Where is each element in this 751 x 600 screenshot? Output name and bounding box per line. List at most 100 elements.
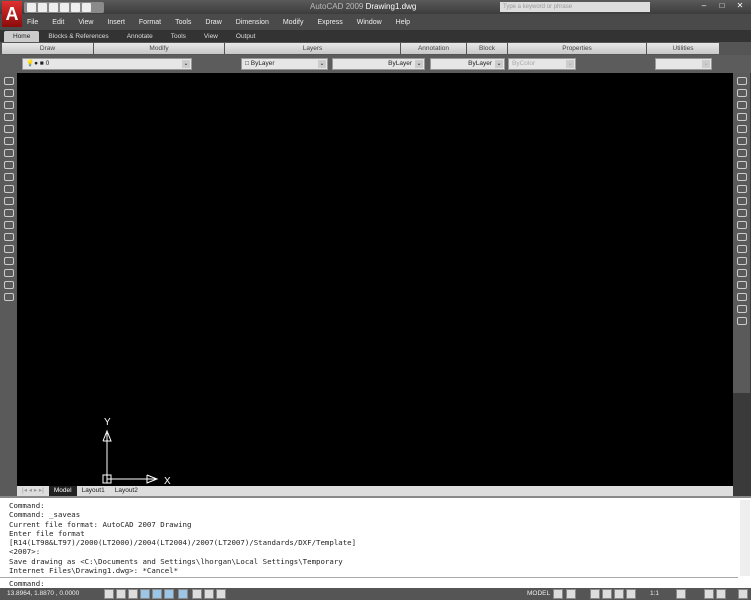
dynamic-ucs-icon[interactable] (178, 589, 188, 599)
arc-icon[interactable] (3, 137, 14, 145)
menu-insert[interactable]: Insert (107, 19, 125, 26)
linear-dim-icon[interactable] (736, 77, 747, 85)
gradient-icon[interactable] (3, 257, 14, 265)
panel-layers[interactable]: Layers (225, 43, 400, 54)
ellipse-icon[interactable] (3, 185, 14, 193)
tab-blocks-references[interactable]: Blocks & References (39, 31, 117, 42)
region-icon[interactable] (3, 269, 14, 277)
menu-edit[interactable]: Edit (52, 19, 64, 26)
revcloud-icon[interactable] (3, 161, 14, 169)
tab-layout2[interactable]: Layout2 (110, 486, 143, 496)
command-input[interactable]: Command: (9, 579, 45, 588)
lineweight-dropdown[interactable]: ByLayer ⌄ (430, 58, 505, 70)
quick-dim-icon[interactable] (736, 173, 747, 181)
snap-icon[interactable] (104, 589, 114, 599)
hatch-icon[interactable] (3, 245, 14, 253)
dynamic-input-icon[interactable] (192, 589, 202, 599)
model-space-button[interactable]: MODEL (527, 590, 550, 597)
dim-style-icon[interactable] (736, 317, 747, 325)
plotstyle-dropdown[interactable]: ByColor ⌄ (508, 58, 576, 70)
new-icon[interactable] (27, 3, 36, 12)
tab-view[interactable]: View (195, 31, 227, 42)
menu-help[interactable]: Help (396, 19, 410, 26)
quick-properties-icon[interactable] (216, 589, 226, 599)
menu-dimension[interactable]: Dimension (236, 19, 269, 26)
menu-view[interactable]: View (78, 19, 93, 26)
search-input[interactable]: Type a keyword or phrase (500, 2, 650, 12)
ordinate-icon[interactable] (736, 113, 747, 121)
zoom-icon[interactable] (602, 589, 612, 599)
tab-model[interactable]: Model (48, 486, 77, 496)
multiline-text-icon[interactable] (3, 293, 14, 301)
continue-icon[interactable] (736, 197, 747, 205)
annotation-scale[interactable]: 1:1 (650, 590, 659, 597)
rectangle-icon[interactable] (3, 125, 14, 133)
tolerance-icon[interactable] (736, 233, 747, 241)
panel-annotation[interactable]: Annotation (401, 43, 466, 54)
dim-text-edit-icon[interactable] (736, 293, 747, 301)
redo-icon[interactable] (82, 3, 91, 12)
otrack-icon[interactable] (164, 589, 174, 599)
save-icon[interactable] (49, 3, 58, 12)
ortho-icon[interactable] (128, 589, 138, 599)
menu-file[interactable]: File (27, 19, 38, 26)
arc-length-icon[interactable] (736, 101, 747, 109)
tab-annotate[interactable]: Annotate (118, 31, 162, 42)
menu-window[interactable]: Window (357, 19, 382, 26)
panel-block[interactable]: Block (467, 43, 507, 54)
pan-icon[interactable] (590, 589, 600, 599)
undo-icon[interactable] (71, 3, 80, 12)
steering-wheel-icon[interactable] (614, 589, 624, 599)
tab-layout1[interactable]: Layout1 (77, 486, 110, 496)
panel-draw[interactable]: Draw (2, 43, 93, 54)
spline-icon[interactable] (3, 173, 14, 181)
line-icon[interactable] (3, 77, 14, 85)
insert-block-icon[interactable] (3, 209, 14, 217)
angular-icon[interactable] (736, 161, 747, 169)
point-icon[interactable] (3, 233, 14, 241)
tab-output[interactable]: Output (227, 31, 265, 42)
panel-properties[interactable]: Properties (508, 43, 646, 54)
maximize-icon[interactable]: □ (715, 1, 729, 12)
construction-line-icon[interactable] (3, 89, 14, 97)
menu-tools[interactable]: Tools (175, 19, 191, 26)
menu-modify[interactable]: Modify (283, 19, 304, 26)
lineweight-icon[interactable] (204, 589, 214, 599)
jogged-icon[interactable] (736, 137, 747, 145)
jogged-linear-icon[interactable] (736, 269, 747, 277)
osnap-icon[interactable] (152, 589, 162, 599)
showmotion-icon[interactable] (626, 589, 636, 599)
clean-screen-icon[interactable] (738, 589, 748, 599)
center-mark-icon[interactable] (736, 245, 747, 253)
tab-home[interactable]: Home (4, 31, 40, 42)
dim-break-icon[interactable] (736, 221, 747, 229)
menu-draw[interactable]: Draw (205, 19, 221, 26)
table-icon[interactable] (3, 281, 14, 289)
aligned-dim-icon[interactable] (736, 89, 747, 97)
tab-tools[interactable]: Tools (162, 31, 195, 42)
drawing-canvas[interactable]: Y X (17, 73, 733, 486)
menu-format[interactable]: Format (139, 19, 161, 26)
grid-icon[interactable] (116, 589, 126, 599)
utilities-dropdown[interactable]: ⌄ (655, 58, 712, 70)
dim-edit-icon[interactable] (736, 281, 747, 289)
polygon-icon[interactable] (3, 113, 14, 121)
close-icon[interactable]: ✕ (733, 1, 747, 12)
inspection-icon[interactable] (736, 257, 747, 265)
plot-icon[interactable] (60, 3, 69, 12)
baseline-icon[interactable] (736, 185, 747, 193)
command-scrollbar[interactable] (740, 500, 750, 576)
toolbar-lock-icon[interactable] (716, 589, 726, 599)
circle-icon[interactable] (3, 149, 14, 157)
make-block-icon[interactable] (3, 221, 14, 229)
annotation-visibility-icon[interactable] (676, 589, 686, 599)
quick-view-layouts-icon[interactable] (553, 589, 563, 599)
minimize-icon[interactable]: – (697, 1, 711, 12)
polar-icon[interactable] (140, 589, 150, 599)
color-dropdown[interactable]: □ ByLayer ⌄ (241, 58, 328, 70)
polyline-icon[interactable] (3, 101, 14, 109)
menu-express[interactable]: Express (317, 19, 342, 26)
layer-dropdown[interactable]: 💡● ■ 0 ⌄ (22, 58, 192, 70)
radius-icon[interactable] (736, 125, 747, 133)
dim-update-icon[interactable] (736, 305, 747, 313)
